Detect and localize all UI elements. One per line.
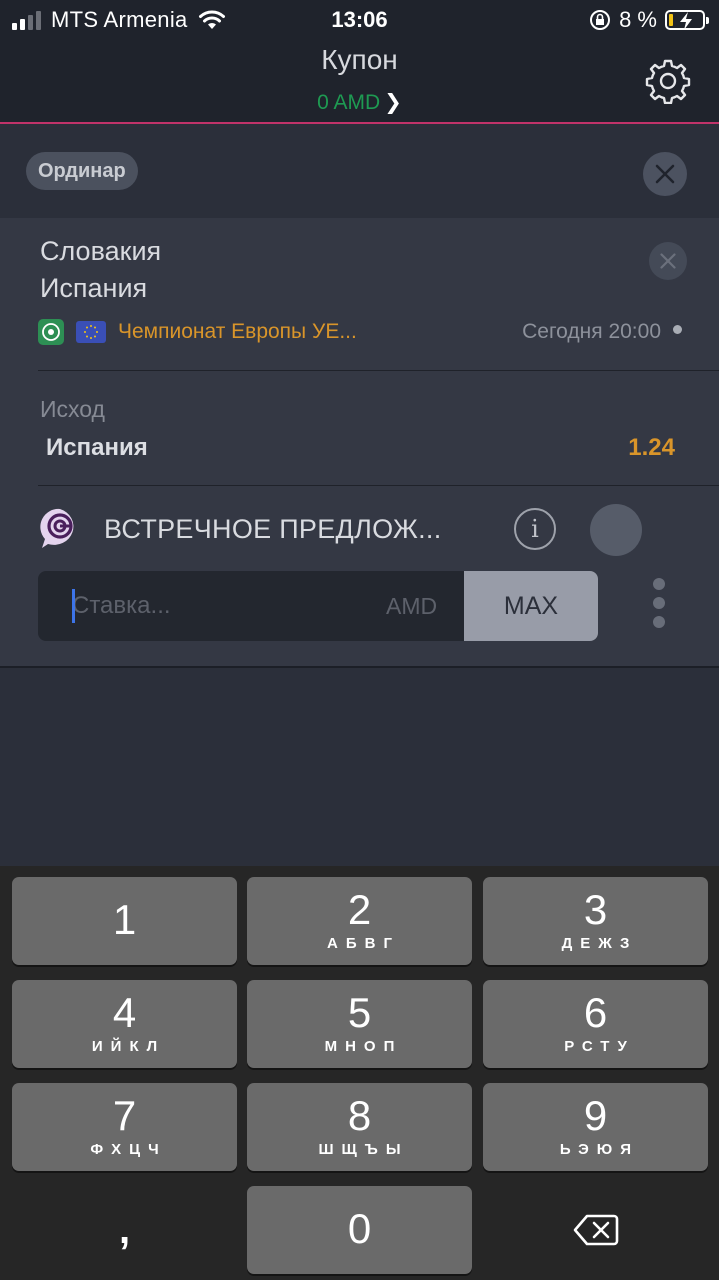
close-icon <box>655 164 675 184</box>
team-away: Испания <box>40 273 148 303</box>
clear-coupon-button[interactable] <box>643 152 687 196</box>
backspace-icon <box>573 1214 618 1246</box>
stake-input[interactable] <box>72 571 402 641</box>
more-options-icon[interactable] <box>653 578 667 628</box>
balance-link[interactable]: 0 AMD ❯ <box>0 90 719 115</box>
key-8[interactable]: 8 ШЩЪЫ <box>247 1083 472 1171</box>
divider <box>38 370 719 371</box>
key-4[interactable]: 4 ИЙКЛ <box>12 980 237 1068</box>
remove-bet-button[interactable] <box>649 242 687 280</box>
max-stake-button[interactable]: MAX <box>464 571 598 641</box>
key-0[interactable]: 0 <box>247 1186 472 1274</box>
info-icon[interactable]: i <box>514 508 556 550</box>
divider <box>38 485 719 486</box>
status-bar: MTS Armenia 13:06 8 % <box>0 0 719 40</box>
status-dot <box>673 324 682 334</box>
league-row: Чемпионат Европы УЕ... Сегодня 20:00 <box>38 318 682 346</box>
gear-icon[interactable] <box>645 58 691 104</box>
coupon-type-row: Ординар <box>0 126 719 218</box>
orientation-lock-icon <box>590 10 611 30</box>
counter-offer-label: ВСТРЕЧНОЕ ПРЕДЛОЖ... <box>104 514 442 544</box>
battery-percent: 8 % <box>619 7 657 32</box>
numeric-keyboard: 1 2 АБВГ 3 ДЕЖЗ 4 ИЙКЛ 5 МНОП 6 РСТУ 7 Ф… <box>0 866 719 1280</box>
counter-offer-icon <box>40 508 74 548</box>
key-2[interactable]: 2 АБВГ <box>247 877 472 965</box>
key-comma[interactable]: , <box>12 1186 237 1274</box>
bet-card: Словакия Испания Чемпионат Европы УЕ... … <box>0 218 719 668</box>
text-cursor <box>72 589 75 623</box>
stake-field: AMD MAX <box>38 571 598 641</box>
team-home: Словакия <box>40 236 162 266</box>
counter-offer-row: ВСТРЕЧНОЕ ПРЕДЛОЖ... i <box>38 504 678 556</box>
key-7[interactable]: 7 ФХЦЧ <box>12 1083 237 1171</box>
stake-currency: AMD <box>386 593 438 619</box>
key-1[interactable]: 1 <box>12 877 237 965</box>
key-9[interactable]: 9 ЬЭЮЯ <box>483 1083 708 1171</box>
odds-value: 1.24 <box>628 434 675 461</box>
key-6[interactable]: 6 РСТУ <box>483 980 708 1068</box>
league-name[interactable]: Чемпионат Европы УЕ... <box>118 320 357 344</box>
key-5[interactable]: 5 МНОП <box>247 980 472 1068</box>
key-3[interactable]: 3 ДЕЖЗ <box>483 877 708 965</box>
coupon-header: Купон 0 AMD ❯ <box>0 40 719 124</box>
close-icon <box>660 253 676 269</box>
chevron-right-icon: ❯ <box>384 91 402 114</box>
eu-flag-icon <box>76 321 106 343</box>
outcome-value: Испания <box>46 434 148 461</box>
football-icon <box>38 319 64 345</box>
balance-value: 0 AMD <box>317 91 381 114</box>
outcome-label: Исход <box>40 396 105 422</box>
battery-icon <box>665 10 709 30</box>
counter-offer-toggle[interactable] <box>590 504 642 556</box>
match-time: Сегодня 20:00 <box>522 320 661 343</box>
coupon-type-badge[interactable]: Ординар <box>26 152 138 190</box>
page-title: Купон <box>321 44 398 75</box>
delete-key[interactable] <box>483 1186 708 1274</box>
